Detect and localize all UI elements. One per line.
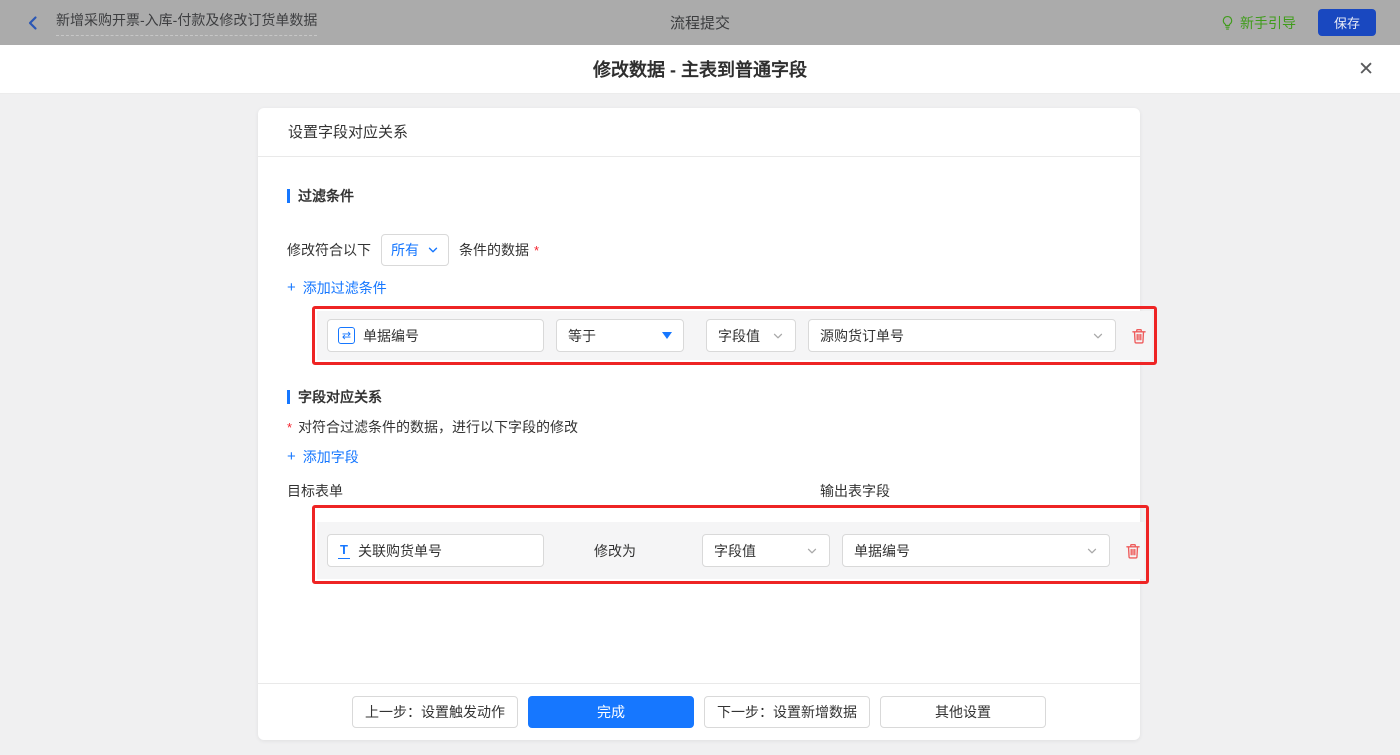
- trash-icon: [1126, 543, 1140, 559]
- operator-value: 等于: [568, 327, 596, 344]
- mapping-column-headers: 目标表单 输出表字段: [287, 481, 1111, 499]
- value-type-select[interactable]: 字段值: [706, 319, 796, 352]
- serial-number-field-icon: ⇄: [338, 327, 355, 344]
- modify-to-label: 修改为: [594, 542, 636, 559]
- next-step-button[interactable]: 下一步：设置新增数据: [704, 696, 870, 728]
- add-filter-condition-link[interactable]: + 添加过滤条件: [287, 280, 387, 296]
- match-condition-row: 修改符合以下 所有 条件的数据 *: [287, 234, 1111, 266]
- filter-field-input[interactable]: ⇄ 单据编号: [327, 319, 544, 352]
- caret-down-icon: [662, 332, 672, 339]
- field-mapping-highlight: T 关联购货单号 修改为 字段值 单据编号: [312, 505, 1149, 584]
- section-marker: [287, 390, 290, 404]
- value-field-value: 源购货订单号: [820, 327, 904, 344]
- match-prefix-label: 修改符合以下: [287, 242, 371, 258]
- text-field-icon: T: [338, 541, 350, 559]
- guide-label: 新手引导: [1239, 14, 1296, 31]
- save-button[interactable]: 保存: [1317, 9, 1376, 36]
- workflow-title[interactable]: 新增采购开票-入库-付款及修改订货单数据: [56, 10, 318, 36]
- filter-section-title: 过滤条件: [287, 188, 1111, 204]
- plus-icon: +: [287, 279, 296, 296]
- section-marker: [287, 189, 290, 203]
- done-button[interactable]: 完成: [528, 696, 694, 728]
- plus-icon: +: [287, 448, 296, 465]
- modal-body: 设置字段对应关系 过滤条件 修改符合以下 所有 条件的数据 * + 添加过滤条件…: [0, 94, 1400, 755]
- target-form-label: 目标表单: [287, 483, 343, 499]
- match-scope-value: 所有: [391, 242, 419, 258]
- mapping-section-label: 字段对应关系: [298, 389, 382, 405]
- delete-mapping-button[interactable]: [1124, 542, 1142, 560]
- mapping-value-type-value: 字段值: [714, 542, 756, 559]
- mapping-value-field-select[interactable]: 单据编号: [842, 534, 1110, 567]
- value-type-value: 字段值: [718, 327, 760, 344]
- chevron-down-icon: [1087, 548, 1097, 553]
- add-field-label: 添加字段: [302, 449, 359, 465]
- modal-header: 修改数据 - 主表到普通字段 ✕: [0, 45, 1400, 94]
- field-mapping-row: T 关联购货单号 修改为 字段值 单据编号: [317, 522, 1144, 579]
- add-field-link[interactable]: + 添加字段: [287, 449, 359, 465]
- card-header-title: 设置字段对应关系: [258, 108, 1140, 157]
- target-field-input[interactable]: T 关联购货单号: [327, 534, 544, 567]
- mapping-description-row: * 对符合过滤条件的数据，进行以下字段的修改: [287, 419, 1111, 435]
- value-field-select[interactable]: 源购货订单号: [808, 319, 1116, 352]
- match-scope-select[interactable]: 所有: [381, 234, 449, 266]
- mapping-section-title: 字段对应关系: [287, 389, 1111, 405]
- close-icon: ✕: [1358, 59, 1374, 80]
- card-footer: 上一步：设置触发动作 完成 下一步：设置新增数据 其他设置: [258, 683, 1140, 740]
- prev-step-button[interactable]: 上一步：设置触发动作: [352, 696, 518, 728]
- settings-card: 设置字段对应关系 过滤条件 修改符合以下 所有 条件的数据 * + 添加过滤条件…: [258, 108, 1157, 740]
- mapping-value-field-value: 单据编号: [854, 542, 910, 559]
- guide-button[interactable]: 新手引导: [1220, 13, 1296, 33]
- filter-field-value: 单据编号: [363, 327, 419, 344]
- filter-section-label: 过滤条件: [298, 188, 354, 204]
- match-suffix-label: 条件的数据: [459, 242, 529, 258]
- back-button[interactable]: [24, 14, 42, 32]
- output-field-label: 输出表字段: [820, 483, 890, 499]
- chevron-left-icon: [28, 15, 37, 30]
- add-filter-label: 添加过滤条件: [302, 280, 387, 296]
- mapping-description: 对符合过滤条件的数据，进行以下字段的修改: [298, 419, 579, 435]
- filter-condition-highlight: ⇄ 单据编号 等于 字段值 源购货订单号: [312, 306, 1157, 365]
- filter-condition-row: ⇄ 单据编号 等于 字段值 源购货订单号: [317, 311, 1152, 360]
- modal-title: 修改数据 - 主表到普通字段: [593, 60, 807, 80]
- delete-filter-button[interactable]: [1130, 327, 1148, 345]
- operator-select[interactable]: 等于: [556, 319, 684, 352]
- lightbulb-icon: [1222, 15, 1233, 30]
- chevron-down-icon: [807, 548, 817, 553]
- trash-icon: [1132, 328, 1146, 344]
- close-button[interactable]: ✕: [1358, 45, 1374, 94]
- required-asterisk: *: [287, 419, 293, 435]
- mapping-value-type-select[interactable]: 字段值: [702, 534, 830, 567]
- chevron-down-icon: [773, 333, 783, 338]
- topbar: 新增采购开票-入库-付款及修改订货单数据 流程提交 新手引导 保存: [0, 0, 1400, 45]
- chevron-down-icon: [428, 247, 438, 253]
- target-field-value: 关联购货单号: [357, 542, 442, 559]
- other-settings-button[interactable]: 其他设置: [880, 696, 1046, 728]
- chevron-down-icon: [1093, 333, 1103, 338]
- required-asterisk: *: [534, 242, 540, 258]
